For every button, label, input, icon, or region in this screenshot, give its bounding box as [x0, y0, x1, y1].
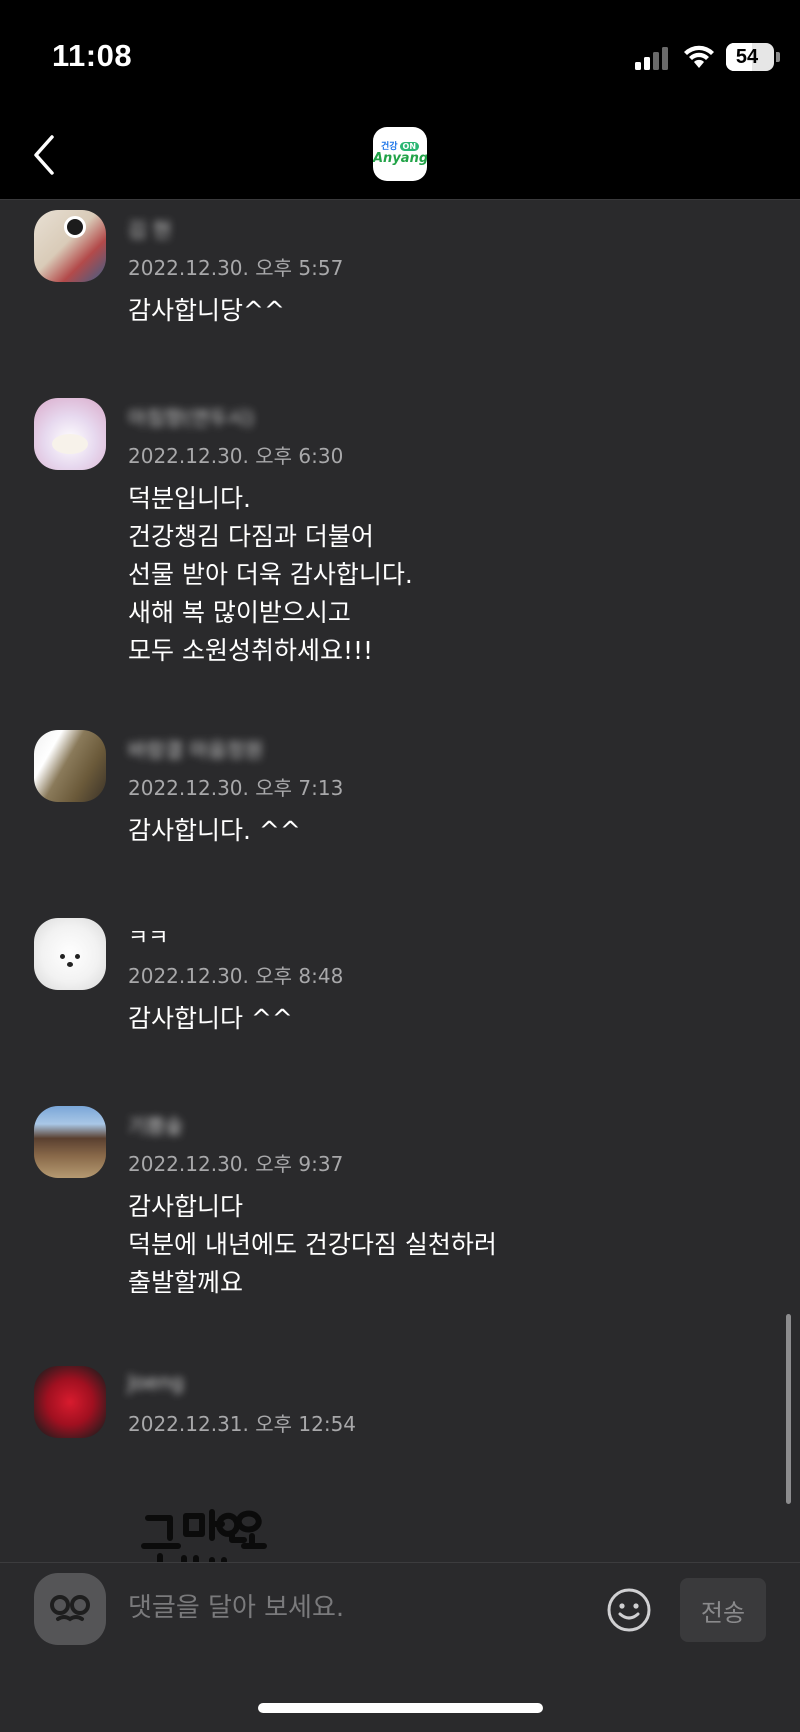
- comment-author[interactable]: ㅋㅋ: [128, 920, 168, 952]
- comment-date: 2022.12.31. 오후 12:54: [128, 1412, 357, 1436]
- sticker-image[interactable]: [140, 1490, 320, 1562]
- comment-author[interactable]: 바람결 마음정원: [128, 734, 263, 763]
- comment-date: 2022.12.30. 오후 7:13: [128, 776, 344, 800]
- avatar[interactable]: [34, 730, 106, 802]
- avatar[interactable]: [34, 1366, 106, 1438]
- comment-author[interactable]: 아침향(연두시): [128, 402, 254, 431]
- battery-level: 54: [735, 46, 759, 68]
- app-logo: 건강 ON Anyang: [373, 127, 427, 181]
- comment-text: 감사합니다 ^^: [128, 1004, 293, 1033]
- comment-date: 2022.12.30. 오후 6:30: [128, 444, 344, 468]
- scrollbar[interactable]: [786, 1314, 791, 1504]
- battery-nub: [776, 52, 780, 62]
- comment-date: 2022.12.30. 오후 9:37: [128, 1152, 344, 1176]
- comment-author[interactable]: 기쁨숲: [128, 1110, 183, 1139]
- battery-icon: 54: [726, 43, 774, 71]
- comment-text: 감사합니당^^: [128, 296, 285, 325]
- logo-wordmark: Anyang: [373, 151, 427, 166]
- avatar[interactable]: [34, 210, 106, 282]
- comment-text: 감사합니다. ^^: [128, 816, 301, 845]
- my-avatar[interactable]: [34, 1573, 106, 1645]
- cellular-signal-icon: [635, 46, 671, 70]
- status-time: 11:08: [52, 38, 133, 73]
- comment-text: 덕분입니다. 건강챙김 다짐과 더불어 선물 받아 더욱 감사합니다. 새해 복…: [128, 484, 413, 665]
- avatar[interactable]: [34, 1106, 106, 1178]
- avatar[interactable]: [34, 918, 106, 990]
- avatar[interactable]: [34, 398, 106, 470]
- comment-list[interactable]: 김 현 2022.12.30. 오후 5:57 감사합니당^^ 아침향(연두시)…: [0, 200, 800, 1562]
- status-bar: 11:08 54: [0, 0, 800, 110]
- send-button[interactable]: 전송: [680, 1578, 766, 1642]
- emoji-icon[interactable]: [606, 1587, 652, 1633]
- home-indicator[interactable]: [258, 1703, 543, 1713]
- comment-text: 감사합니다 덕분에 내년에도 건강다짐 실천하러 출발할께요: [128, 1192, 497, 1297]
- wifi-icon: [684, 45, 714, 68]
- comment-date: 2022.12.30. 오후 5:57: [128, 256, 344, 280]
- comment-input[interactable]: [128, 1583, 588, 1633]
- back-chevron-icon[interactable]: [26, 132, 66, 178]
- comment-author[interactable]: 김 현: [128, 214, 171, 243]
- comment-author[interactable]: Joeng: [128, 1370, 184, 1394]
- nav-bar: 건강 ON Anyang: [0, 110, 800, 200]
- comment-date: 2022.12.30. 오후 8:48: [128, 964, 344, 988]
- default-avatar-icon: [50, 1595, 90, 1622]
